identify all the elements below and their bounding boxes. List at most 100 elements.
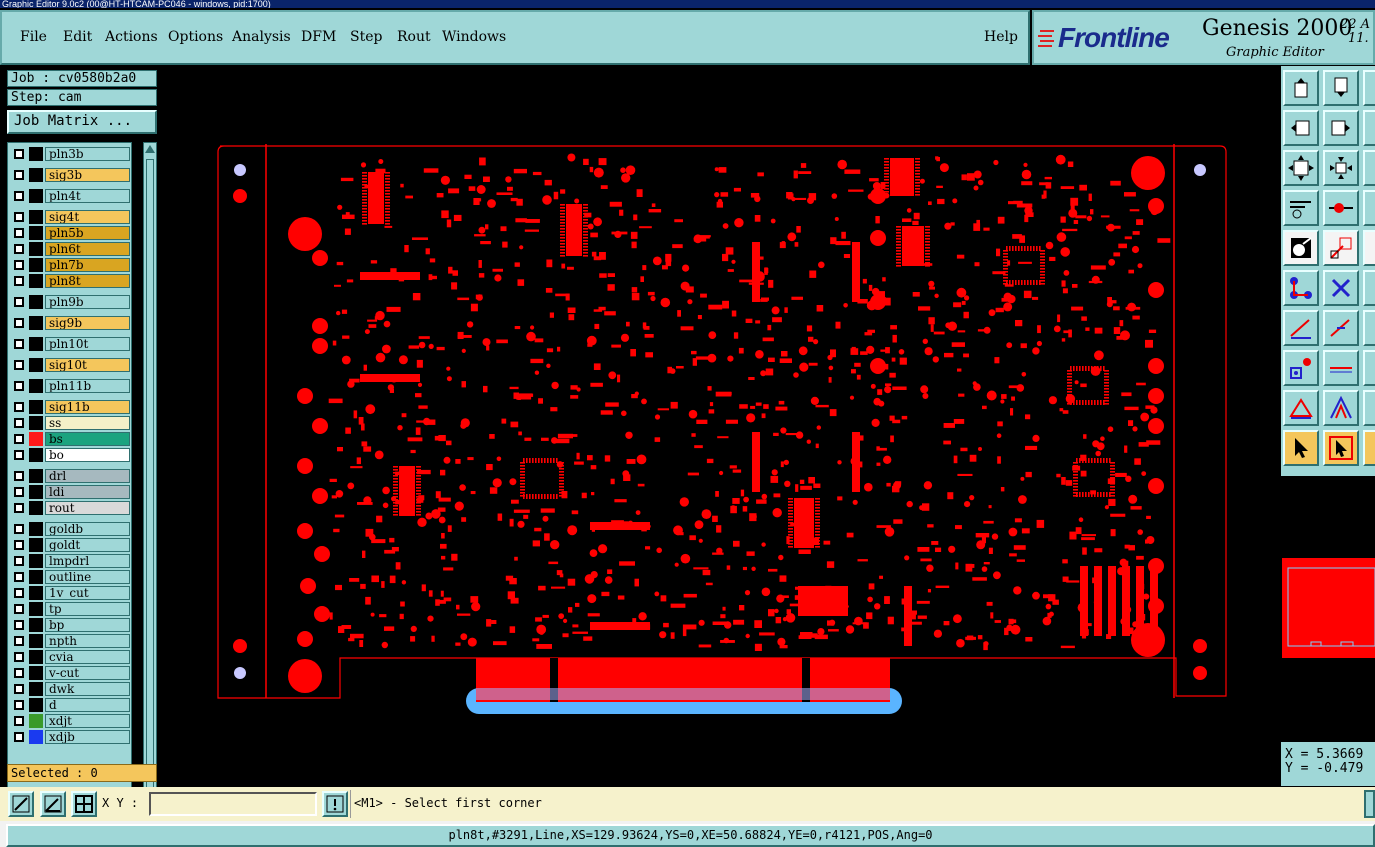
pan-left-button[interactable]	[1283, 110, 1319, 146]
pcb-feature[interactable]	[460, 422, 467, 429]
ic-pin[interactable]	[385, 199, 390, 201]
pcb-feature[interactable]	[540, 508, 555, 513]
ic-pin[interactable]	[915, 158, 920, 160]
pcb-feature[interactable]	[1107, 297, 1112, 305]
pcb-feature[interactable]	[374, 316, 379, 320]
pcb-feature[interactable]	[1069, 531, 1077, 540]
ic-pin[interactable]	[815, 540, 820, 542]
pcb-feature[interactable]	[867, 596, 873, 603]
pcb-feature[interactable]	[517, 520, 525, 528]
ic-pin[interactable]	[815, 519, 820, 521]
pcb-feature[interactable]	[350, 466, 363, 469]
line-button[interactable]	[1283, 310, 1319, 346]
layer-color-swatch[interactable]	[29, 586, 43, 600]
pcb-feature[interactable]	[334, 514, 345, 518]
ic-body[interactable]	[794, 498, 814, 548]
pcb-feature[interactable]	[990, 612, 994, 619]
pcb-feature[interactable]	[1134, 458, 1141, 465]
pcb-feature[interactable]	[571, 510, 579, 515]
pcb-feature[interactable]	[1140, 412, 1150, 422]
ic-pin[interactable]	[815, 510, 820, 512]
ic-pin[interactable]	[560, 246, 565, 248]
pcb-feature[interactable]	[471, 602, 481, 612]
layer-row-ss[interactable]: ss	[10, 416, 130, 430]
pcb-feature[interactable]	[345, 427, 351, 434]
pcb-feature[interactable]	[756, 499, 767, 504]
pcb-feature[interactable]	[440, 469, 446, 476]
pcb-feature[interactable]	[659, 631, 667, 639]
pcb-feature[interactable]	[778, 554, 784, 561]
pcb-feature[interactable]	[890, 325, 897, 330]
pcb-feature[interactable]	[574, 461, 584, 465]
ic-pin[interactable]	[815, 501, 820, 503]
pcb-feature[interactable]	[535, 617, 542, 622]
pcb-feature[interactable]	[607, 273, 615, 277]
ic-pin[interactable]	[583, 228, 588, 230]
pcb-feature[interactable]	[975, 533, 990, 538]
pcb-feature[interactable]	[583, 636, 593, 641]
ic-pin[interactable]	[362, 223, 367, 225]
pcb-feature[interactable]	[754, 643, 762, 651]
pcb-feature[interactable]	[1020, 343, 1027, 349]
pcb-feature[interactable]	[489, 434, 495, 439]
fiducial[interactable]	[288, 217, 322, 251]
layer-row-sig3b[interactable]: sig3b	[10, 168, 130, 182]
qfp-pin[interactable]	[1104, 394, 1109, 396]
resistor-strip[interactable]	[590, 622, 650, 630]
pcb-feature[interactable]	[1048, 396, 1057, 405]
qfp-pin[interactable]	[1067, 385, 1072, 387]
pcb-feature[interactable]	[1009, 553, 1017, 557]
pcb-feature[interactable]	[519, 245, 524, 250]
scroll-thumb[interactable]	[146, 159, 154, 799]
pcb-feature[interactable]	[650, 295, 656, 302]
tool-partial-10[interactable]	[1363, 430, 1375, 466]
pcb-feature[interactable]	[620, 167, 626, 173]
layer-row-pln10t[interactable]: pln10t	[10, 337, 130, 351]
via-pad[interactable]	[314, 606, 330, 622]
pcb-feature[interactable]	[431, 509, 441, 519]
pcb-feature[interactable]	[997, 421, 1003, 427]
qfp-pin[interactable]	[559, 483, 564, 485]
zoom-in-button[interactable]	[1283, 150, 1319, 186]
qfp-pin[interactable]	[553, 494, 555, 499]
layer-row-tp[interactable]: tp	[10, 602, 130, 616]
pcb-feature[interactable]	[608, 371, 617, 380]
pcb-feature[interactable]	[682, 628, 687, 637]
pcb-feature[interactable]	[708, 331, 717, 339]
pcb-feature[interactable]	[1107, 426, 1114, 433]
pcb-feature[interactable]	[677, 310, 681, 317]
pcb-feature[interactable]	[567, 307, 576, 314]
pcb-feature[interactable]	[574, 198, 580, 204]
pcb-feature[interactable]	[939, 163, 949, 173]
ic-pin[interactable]	[896, 241, 901, 243]
pcb-feature[interactable]	[555, 293, 567, 297]
layer-color-swatch[interactable]	[29, 714, 43, 728]
pcb-feature[interactable]	[515, 218, 527, 223]
via-pad[interactable]	[1148, 418, 1164, 434]
ic-pin[interactable]	[393, 475, 398, 477]
pcb-feature[interactable]	[363, 446, 372, 452]
pcb-feature[interactable]	[795, 431, 804, 439]
pcb-feature[interactable]	[364, 329, 370, 335]
pcb-feature[interactable]	[944, 352, 954, 358]
ic-pin[interactable]	[560, 237, 565, 239]
qfp-pin[interactable]	[1073, 477, 1078, 479]
pcb-feature[interactable]	[1062, 559, 1068, 564]
qfp-pin[interactable]	[1067, 376, 1072, 378]
pcb-feature[interactable]	[395, 562, 401, 570]
via-pad[interactable]	[1148, 282, 1164, 298]
pcb-feature[interactable]	[772, 317, 782, 323]
qfp-pin[interactable]	[1012, 246, 1014, 251]
pcb-feature[interactable]	[1036, 519, 1045, 528]
pcb-feature[interactable]	[440, 543, 447, 549]
ic-pin[interactable]	[815, 513, 820, 515]
pcb-feature[interactable]	[761, 542, 766, 547]
pcb-feature[interactable]	[525, 219, 540, 223]
ic-pin[interactable]	[560, 234, 565, 236]
ic-pin-column[interactable]	[1122, 566, 1130, 636]
pcb-feature[interactable]	[724, 621, 732, 629]
layer-color-swatch[interactable]	[29, 469, 43, 483]
pcb-feature[interactable]	[1121, 392, 1132, 397]
ic-pin[interactable]	[915, 164, 920, 166]
ic-pin[interactable]	[815, 528, 820, 530]
